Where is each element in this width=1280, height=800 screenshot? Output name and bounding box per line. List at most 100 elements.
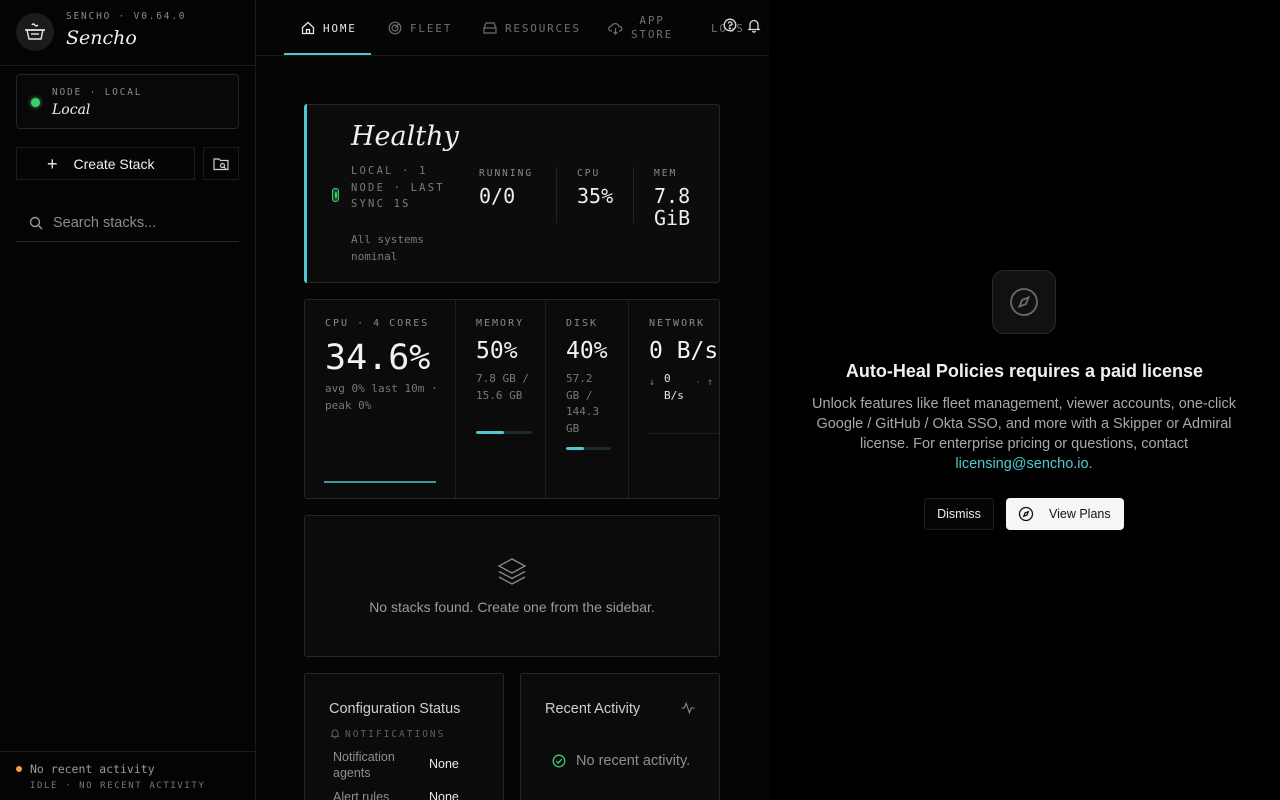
footer-activity-text: No recent activity: [30, 762, 155, 776]
drive-icon: [483, 22, 497, 34]
node-name: Local: [52, 102, 91, 118]
cpu-sparkline: [324, 481, 436, 483]
tab-app-store[interactable]: APP STORE: [608, 0, 673, 56]
tab-fleet-label: FLEET: [410, 21, 453, 35]
compass-icon: [1010, 288, 1038, 316]
health-note: All systems nominal: [351, 233, 424, 263]
disk-progress-fill: [566, 447, 584, 450]
check-circle-icon: [552, 754, 566, 768]
view-plans-button[interactable]: View Plans: [1006, 498, 1124, 530]
node-label: NODE · LOCAL: [52, 87, 143, 98]
running-label: RUNNING: [479, 168, 534, 179]
paywall-title: Auto-Heal Policies requires a paid licen…: [845, 361, 1204, 381]
paywall-body-text: Unlock features like fleet management, v…: [812, 396, 1236, 452]
config-key: Notification agents: [333, 750, 395, 780]
mem-label: MEM: [654, 168, 678, 179]
stat-divider: [633, 167, 634, 223]
network-separator: ·: [695, 377, 702, 388]
node-status-dot: [31, 98, 40, 107]
active-tab-indicator: [284, 53, 371, 55]
health-accent-stripe: [304, 104, 307, 283]
health-card: Healthy LOCAL · 1 NODE · LAST SYNC 1S Al…: [304, 104, 720, 283]
browse-folder-button[interactable]: [203, 147, 239, 180]
plus-icon: +: [47, 153, 58, 174]
tab-home[interactable]: HOME: [301, 0, 357, 56]
compass-icon: [1018, 506, 1034, 522]
app-version: SENCHO · V0.64.0: [66, 11, 187, 22]
licensing-email-link[interactable]: licensing@sencho.io: [955, 456, 1088, 472]
disk-metric-sub: 57.2 GB / 144.3 GB: [566, 372, 600, 435]
stacks-empty-text: No stacks found. Create one from the sid…: [369, 599, 655, 615]
health-status-indicator: [332, 188, 339, 202]
help-circle-icon: [723, 18, 737, 32]
sencho-logo[interactable]: [16, 13, 54, 51]
help-button[interactable]: [723, 18, 737, 37]
config-value: None: [429, 757, 459, 771]
main-content: HOME FLEET RESOURCES APP STORE LOGS Heal…: [256, 0, 769, 800]
paywall-body: Unlock features like fleet management, v…: [805, 394, 1243, 474]
top-nav: HOME FLEET RESOURCES APP STORE LOGS: [256, 0, 769, 56]
memory-metric-sub: 7.8 GB / 15.6 GB: [476, 372, 529, 402]
cpu-value: 35%: [577, 184, 614, 208]
cpu-metric-sub: avg 0% last 10m · peak 0%: [325, 382, 438, 412]
view-plans-label: View Plans: [1049, 507, 1111, 521]
activity-footer: No recent activity IDLE · NO RECENT ACTI…: [0, 751, 255, 800]
disk-metric-value: 40%: [566, 338, 608, 364]
arrow-up-icon: ↑: [707, 377, 714, 388]
mem-value: 7.8 GiB: [654, 184, 691, 230]
tab-app-store-label: APP: [639, 14, 665, 27]
create-stack-label: Create Stack: [73, 155, 155, 172]
network-metric-label: NETWORK: [649, 318, 706, 329]
search-icon: [29, 216, 43, 230]
search-input[interactable]: [53, 215, 233, 231]
dismiss-button[interactable]: Dismiss: [924, 498, 994, 530]
cpu-label: CPU: [577, 168, 601, 179]
memory-progress-bar: [476, 431, 532, 434]
bell-icon: [747, 19, 761, 33]
running-value: 0/0: [479, 184, 516, 208]
health-subtitle: LOCAL · 1 NODE · LAST SYNC 1S: [351, 165, 445, 210]
stat-divider: [556, 167, 557, 223]
tab-home-label: HOME: [323, 21, 357, 35]
health-title: Healthy: [351, 121, 459, 152]
app-name: Sencho: [66, 27, 137, 49]
network-metric-value: 0 B/s: [649, 338, 719, 364]
configuration-status-title: Configuration Status: [329, 701, 461, 717]
disk-metric-label: DISK: [566, 318, 599, 329]
footer-status-text: IDLE · NO RECENT ACTIVITY: [30, 781, 206, 791]
network-divider: [649, 433, 721, 434]
paywall-icon-tile: [992, 270, 1056, 334]
notifications-button[interactable]: [747, 18, 761, 38]
recent-activity-card: Recent Activity No recent activity.: [520, 673, 720, 800]
config-value: None: [429, 790, 459, 800]
activity-icon[interactable]: [681, 702, 695, 714]
memory-progress-fill: [476, 431, 504, 434]
arrow-down-icon: ↓: [649, 377, 656, 388]
paywall-period: .: [1088, 456, 1093, 472]
tab-resources[interactable]: RESOURCES: [483, 0, 581, 56]
recent-activity-title: Recent Activity: [545, 701, 641, 717]
recent-activity-empty: No recent activity.: [576, 753, 691, 769]
idle-status-dot: [16, 766, 22, 772]
metric-divider: [455, 300, 456, 498]
create-stack-button[interactable]: + Create Stack: [16, 147, 195, 180]
cpu-metric-value: 34.6%: [325, 338, 431, 378]
home-icon: [301, 21, 315, 35]
memory-metric-label: MEMORY: [476, 318, 525, 329]
radar-icon: [388, 21, 402, 35]
configuration-status-card: Configuration Status NOTIFICATIONS Notif…: [304, 673, 504, 800]
cpu-metric-label: CPU · 4 CORES: [325, 318, 430, 329]
folder-search-icon: [213, 157, 229, 170]
stack-search: [16, 205, 239, 242]
notifications-section-label: NOTIFICATIONS: [345, 729, 446, 740]
config-key: Alert rules: [333, 790, 390, 800]
stacks-empty-card: No stacks found. Create one from the sid…: [304, 515, 720, 657]
cloud-download-icon: [608, 22, 623, 35]
metrics-card: CPU · 4 CORES 34.6% avg 0% last 10m · pe…: [304, 299, 721, 499]
tab-fleet[interactable]: FLEET: [388, 0, 452, 56]
node-selector[interactable]: NODE · LOCAL Local: [16, 74, 239, 129]
metric-divider: [545, 300, 546, 498]
tab-app-store-label-2: STORE: [631, 28, 674, 41]
metric-divider: [628, 300, 629, 498]
license-paywall: Auto-Heal Policies requires a paid licen…: [769, 0, 1280, 800]
